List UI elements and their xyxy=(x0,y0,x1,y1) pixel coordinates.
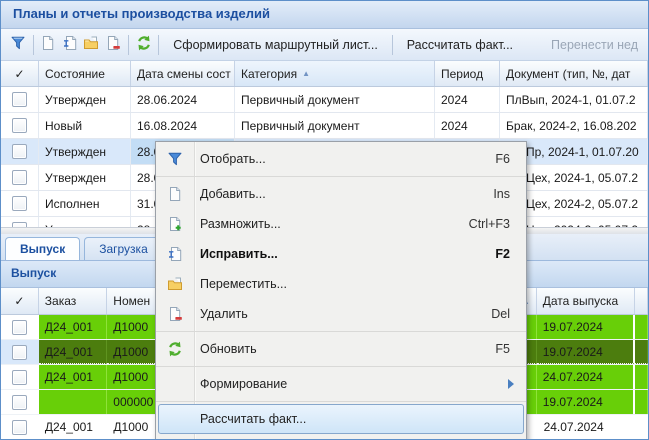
toolbar: Сформировать маршрутный лист... Рассчита… xyxy=(1,29,648,61)
column-header-category[interactable]: Категория ▲ xyxy=(235,61,435,86)
column-header-check[interactable]: ✓ xyxy=(1,288,39,314)
app-window: Планы и отчеты производства изделий xyxy=(0,0,649,440)
row-checkbox[interactable] xyxy=(12,395,27,410)
toolbar-separator xyxy=(33,35,34,55)
add-document-icon xyxy=(167,186,183,202)
context-menu: Отобрать... F6 Добавить... Ins Размножит… xyxy=(155,141,527,440)
menu-item-edit[interactable]: Исправить... F2 xyxy=(156,239,526,269)
move-folder-icon xyxy=(167,276,183,292)
sort-asc-icon: ▲ xyxy=(302,69,310,78)
menu-separator xyxy=(156,331,526,332)
submenu-arrow-icon xyxy=(508,379,514,389)
page-title: Планы и отчеты производства изделий xyxy=(13,6,270,21)
move-week-button[interactable]: Перенести нед xyxy=(541,38,648,52)
edit-button[interactable] xyxy=(59,33,81,57)
menu-separator xyxy=(156,366,526,367)
refresh-icon xyxy=(167,341,183,357)
table-row[interactable]: Новый 16.08.2024 Первичный документ 2024… xyxy=(1,113,648,139)
menu-item-formation[interactable]: Формирование xyxy=(156,369,526,399)
toolbar-separator xyxy=(128,35,129,55)
column-header-state[interactable]: Состояние xyxy=(39,61,131,86)
row-checkbox[interactable] xyxy=(12,92,27,107)
filter-button[interactable] xyxy=(7,33,29,57)
row-checkbox[interactable] xyxy=(12,320,27,335)
row-checkbox[interactable] xyxy=(12,170,27,185)
move-button[interactable] xyxy=(81,33,103,57)
calculate-fact-button[interactable]: Рассчитать факт... xyxy=(397,38,523,52)
row-checkbox[interactable] xyxy=(12,420,27,435)
column-header-period[interactable]: Период xyxy=(435,61,500,86)
refresh-icon xyxy=(136,35,152,54)
add-button[interactable] xyxy=(38,33,60,57)
menu-item-add[interactable]: Добавить... Ins xyxy=(156,179,526,209)
menu-item-move[interactable]: Переместить... xyxy=(156,269,526,299)
column-header-state-date[interactable]: Дата смены сост xyxy=(131,61,235,86)
menu-item-refresh[interactable]: Обновить F5 xyxy=(156,334,526,364)
tab-vypusk[interactable]: Выпуск xyxy=(5,237,80,260)
edit-document-icon xyxy=(167,246,183,262)
delete-document-icon xyxy=(105,35,121,54)
move-folder-icon xyxy=(83,35,99,54)
filter-icon xyxy=(167,151,183,167)
filter-icon xyxy=(10,35,26,54)
column-header-extra xyxy=(635,288,648,314)
plans-table-header: ✓ Состояние Дата смены сост Категория ▲ … xyxy=(1,61,648,87)
menu-item-duplicate[interactable]: Размножить... Ctrl+F3 xyxy=(156,209,526,239)
menu-separator xyxy=(156,176,526,177)
edit-document-icon xyxy=(62,35,78,54)
delete-document-icon xyxy=(167,306,183,322)
create-route-sheet-button[interactable]: Сформировать маршрутный лист... xyxy=(163,38,388,52)
row-checkbox[interactable] xyxy=(12,196,27,211)
delete-button[interactable] xyxy=(102,33,124,57)
add-document-icon xyxy=(40,35,56,54)
row-checkbox[interactable] xyxy=(12,345,27,360)
menu-separator xyxy=(156,401,526,402)
menu-item-delete[interactable]: Удалить Del xyxy=(156,299,526,329)
column-header-check[interactable]: ✓ xyxy=(1,61,39,86)
refresh-button[interactable] xyxy=(133,33,155,57)
toolbar-separator xyxy=(158,35,159,55)
row-checkbox[interactable] xyxy=(12,144,27,159)
copy-document-icon xyxy=(167,216,183,232)
column-header-release-date[interactable]: Дата выпуска xyxy=(537,288,635,314)
column-header-order[interactable]: Заказ xyxy=(39,288,108,314)
row-checkbox[interactable] xyxy=(12,118,27,133)
table-row[interactable]: Утвержден 28.06.2024 Первичный документ … xyxy=(1,87,648,113)
window-title-bar: Планы и отчеты производства изделий xyxy=(1,1,648,29)
menu-item-calculate-fact[interactable]: Рассчитать факт... xyxy=(158,404,524,434)
row-checkbox[interactable] xyxy=(12,370,27,385)
column-header-document[interactable]: Документ (тип, №, дат xyxy=(500,61,648,86)
toolbar-separator xyxy=(392,35,393,55)
menu-item-select[interactable]: Отобрать... F6 xyxy=(156,144,526,174)
